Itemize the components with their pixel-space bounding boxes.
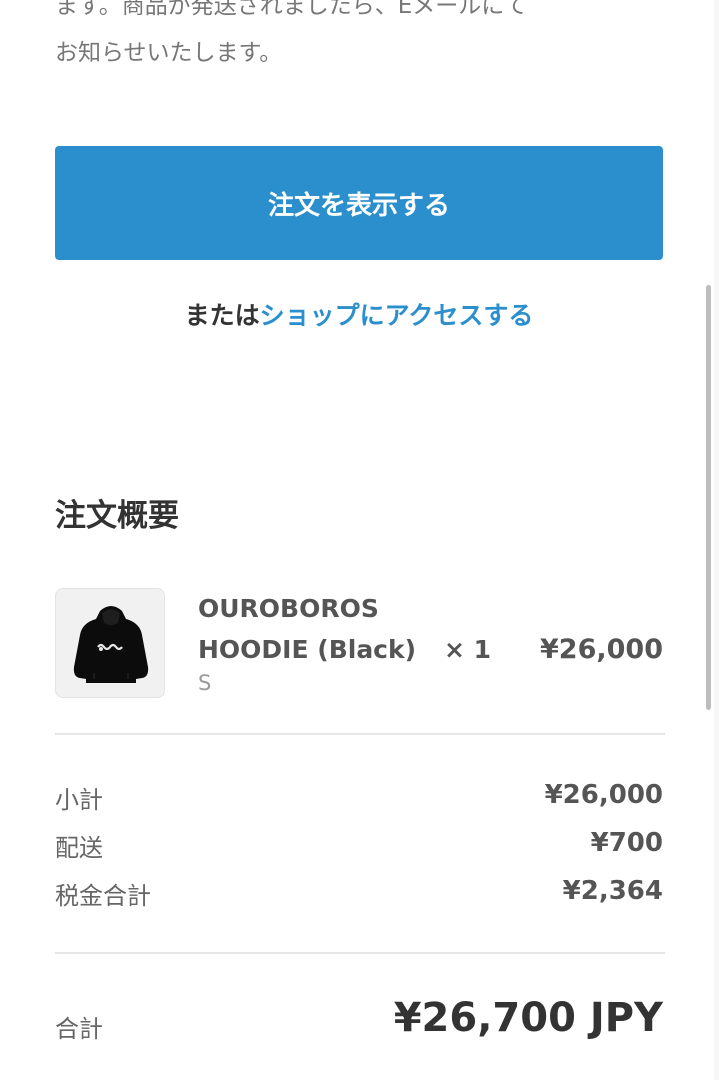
- alt-prefix-text: または: [184, 301, 260, 330]
- subtotal-row: 小計 ¥26,000: [55, 780, 663, 820]
- order-summary-title: 注文概要: [55, 498, 179, 534]
- order-confirmation-content: ます。商品が発送されましたら、Eメールにて お知らせいたします。 注文を表示する…: [55, 0, 665, 1080]
- subtotal-label: 小計: [55, 786, 103, 814]
- shipping-row: 配送 ¥700: [55, 828, 663, 868]
- tax-row: 税金合計 ¥2,364: [55, 876, 663, 916]
- product-thumbnail: [55, 588, 165, 698]
- hoodie-image-icon: [73, 606, 149, 683]
- total-row: 合計 ¥26,700 JPY: [55, 995, 663, 1055]
- subtotal-value: ¥26,000: [544, 780, 663, 810]
- shipping-label: 配送: [55, 834, 103, 862]
- intro-text: ます。商品が発送されましたら、Eメールにて お知らせいたします。: [55, 0, 655, 77]
- product-line-item: OUROBOROS HOODIE (Black) × 1 S ¥26,000: [55, 588, 663, 700]
- product-price: ¥26,000: [540, 634, 663, 665]
- shipping-value: ¥700: [590, 828, 663, 858]
- scrollbar-thumb[interactable]: [706, 285, 711, 710]
- product-variant: S: [198, 671, 212, 695]
- divider: [55, 952, 665, 954]
- total-label: 合計: [55, 1015, 103, 1043]
- total-value: ¥26,700 JPY: [393, 995, 663, 1041]
- divider: [55, 733, 665, 735]
- intro-line-2: お知らせいたします。: [55, 40, 283, 66]
- view-order-button[interactable]: 注文を表示する: [55, 146, 663, 260]
- tax-value: ¥2,364: [562, 876, 663, 906]
- alternate-action-line: またはショップにアクセスする: [55, 296, 663, 332]
- tax-label: 税金合計: [55, 882, 151, 910]
- product-quantity: × 1: [444, 635, 492, 664]
- intro-line-1: ます。商品が発送されましたら、Eメールにて: [55, 0, 528, 19]
- scrollbar-track[interactable]: [714, 0, 719, 1080]
- visit-shop-link[interactable]: ショップにアクセスする: [260, 301, 534, 330]
- product-name-line-1: OUROBOROS: [198, 594, 379, 623]
